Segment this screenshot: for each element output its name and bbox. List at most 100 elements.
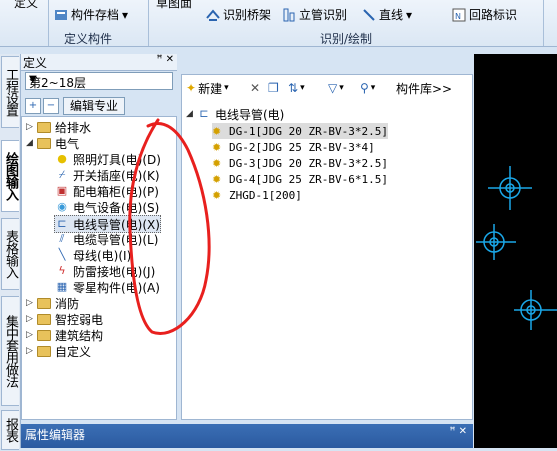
component-toolbar: ✦ 新建 ▾ ✕ ❐ ⇅ ▾ ▽ ▾ ⚲ ▾ 构件库>>: [182, 78, 472, 98]
tab-table-input[interactable]: 表格输入: [1, 218, 19, 290]
sort-icon[interactable]: ⇅ ▾: [288, 78, 305, 98]
misc-component-icon: ▦: [56, 280, 68, 293]
component-row[interactable]: ✹ DG-1[JDG 20 ZR-BV-3*2.5]: [212, 123, 388, 139]
new-button[interactable]: ✦ 新建 ▾: [186, 78, 229, 98]
tree-item-label: 给排水: [55, 120, 92, 135]
component-storage-button[interactable]: 构件存档 ▾: [54, 6, 128, 23]
folder-icon: [37, 329, 51, 341]
delete-icon[interactable]: ✕: [250, 78, 260, 98]
storage-icon: [54, 8, 68, 22]
folder-icon: [37, 121, 51, 133]
straight-line-label: 直线: [379, 8, 404, 22]
lightbulb-icon: ●: [57, 152, 67, 165]
expand-icon[interactable]: ▷: [26, 314, 37, 324]
lightning-icon: ϟ: [58, 264, 66, 277]
component-label: DG-3[JDG 20 ZR-BV-3*2.5]: [229, 156, 388, 170]
folder-icon: [37, 313, 51, 325]
canvas-symbols: [476, 166, 557, 330]
ribbon-toolbar: 定义 构件存档 ▾ 定义构件 草图面 识别桥架 立管识别 直线 ▾ N 回路标识: [0, 0, 557, 47]
loop-mark-label: 回路标识: [469, 8, 518, 22]
chevron-down-icon: ▾: [224, 83, 229, 93]
component-library-button[interactable]: 构件库>>: [396, 78, 452, 98]
tree-item-building[interactable]: ▷ 建筑结构: [26, 327, 103, 343]
component-storage-label: 构件存档: [71, 8, 120, 22]
switch-icon: ⌿: [58, 168, 66, 181]
tab-reports[interactable]: 报表: [1, 410, 19, 450]
component-root-label: 电线导管(电): [215, 107, 285, 122]
folder-icon: [37, 345, 51, 357]
conduit-icon: ⊏: [57, 217, 67, 230]
component-row[interactable]: ✹ DG-3[JDG 20 ZR-BV-3*2.5]: [212, 155, 388, 171]
find-icon[interactable]: ⚲ ▾: [360, 78, 375, 98]
folder-icon: [37, 297, 51, 309]
chevron-down-icon: ▾: [122, 7, 129, 22]
folder-open-icon: [37, 137, 51, 149]
busbar-icon: ╲: [58, 248, 66, 261]
distribution-box-icon: ▣: [56, 184, 68, 197]
loop-mark-icon: N: [452, 8, 466, 22]
tree-item-water[interactable]: ▷ 给排水: [26, 119, 91, 135]
define-panel-header: 定义 ꟸ ✕: [21, 54, 177, 71]
expand-icon[interactable]: ▷: [26, 122, 37, 132]
property-editor-bar: 属性编辑器 ꟸ ✕: [21, 424, 473, 448]
cable-conduit-icon: ⫽: [59, 232, 65, 245]
component-row[interactable]: ✹ DG-4[JDG 25 ZR-BV-6*1.5]: [212, 171, 388, 187]
tree-item-label: 电气: [55, 136, 80, 151]
line-icon: [362, 8, 376, 22]
filter-icon[interactable]: ▽ ▾: [328, 78, 344, 98]
chevron-down-icon: ▼: [29, 74, 37, 85]
component-label: ZHGD-1[200]: [229, 188, 302, 202]
tree-item-label: 消防: [55, 296, 80, 311]
copy-icon[interactable]: ❐: [268, 78, 279, 98]
tree-item-electrical[interactable]: ◢ 电气: [26, 135, 79, 151]
group-define-component: 定义构件: [64, 32, 113, 46]
straight-line-button[interactable]: 直线 ▾: [362, 6, 412, 23]
component-label: DG-4[JDG 25 ZR-BV-6*1.5]: [229, 172, 388, 186]
tree-item-fire[interactable]: ▷ 消防: [26, 295, 79, 311]
expand-icon[interactable]: ▷: [26, 346, 37, 356]
component-row[interactable]: ✹ DG-2[JDG 25 ZR-BV-3*4]: [212, 139, 375, 155]
identify-riser-button[interactable]: 立管识别: [282, 6, 347, 23]
identify-riser-label: 立管识别: [299, 8, 348, 22]
equipment-icon: ◉: [57, 200, 67, 213]
define-label: 定义: [14, 0, 39, 10]
tab-project-settings[interactable]: 工程设置: [1, 56, 19, 128]
pin-close-icon[interactable]: ꟸ ✕: [450, 426, 467, 437]
red-annotation-ellipse: [118, 110, 218, 343]
component-label: DG-2[JDG 25 ZR-BV-3*4]: [229, 140, 375, 154]
chevron-down-icon: ▾: [406, 7, 413, 22]
group-identify-draw: 识别/绘制: [320, 32, 373, 46]
ribbon-define-button[interactable]: 定义: [14, 0, 38, 11]
loop-mark-button[interactable]: N 回路标识: [452, 6, 517, 23]
tree-item-label: 自定义: [55, 344, 92, 359]
tab-drawing-input[interactable]: 绘图输入: [1, 140, 19, 212]
riser-icon: [282, 8, 296, 22]
tab-apply-method[interactable]: 集中套用做法: [1, 296, 19, 406]
new-icon: ✦: [186, 81, 197, 95]
pin-close-icon[interactable]: ꟸ ✕: [157, 54, 174, 65]
property-editor-title: 属性编辑器: [25, 428, 86, 442]
component-label: DG-1[JDG 20 ZR-BV-3*2.5]: [229, 124, 388, 138]
tree-item-label: 智控弱电: [55, 312, 104, 327]
drawing-canvas[interactable]: [474, 54, 557, 448]
tree-item-low-voltage[interactable]: ▷ 智控弱电: [26, 311, 103, 327]
collapse-icon[interactable]: ◢: [26, 138, 37, 148]
collapse-all-icon[interactable]: −: [43, 98, 59, 114]
sketch-label: 草图面: [156, 0, 193, 10]
expand-icon[interactable]: ▷: [26, 298, 37, 308]
edit-profession-button[interactable]: 编辑专业: [63, 97, 126, 115]
tree-item-custom[interactable]: ▷ 自定义: [26, 343, 91, 359]
svg-text:N: N: [455, 12, 461, 21]
component-library-label: 构件库>>: [396, 81, 453, 96]
bridge-icon: [206, 8, 220, 22]
identify-bridge-button[interactable]: 识别桥架: [206, 6, 271, 23]
component-row[interactable]: ✹ ZHGD-1[200]: [212, 187, 302, 203]
vertical-tab-strip: 工程设置 绘图输入 表格输入 集中套用做法 报表: [0, 54, 21, 450]
new-label: 新建: [198, 81, 223, 96]
expand-icon[interactable]: ▷: [26, 330, 37, 340]
sketch-button[interactable]: 草图面: [156, 0, 192, 11]
expand-all-icon[interactable]: +: [25, 98, 41, 114]
identify-bridge-label: 识别桥架: [223, 8, 272, 22]
floor-select[interactable]: 第2~18层 ▼: [25, 72, 173, 90]
tree-item-label: 建筑结构: [55, 328, 104, 343]
